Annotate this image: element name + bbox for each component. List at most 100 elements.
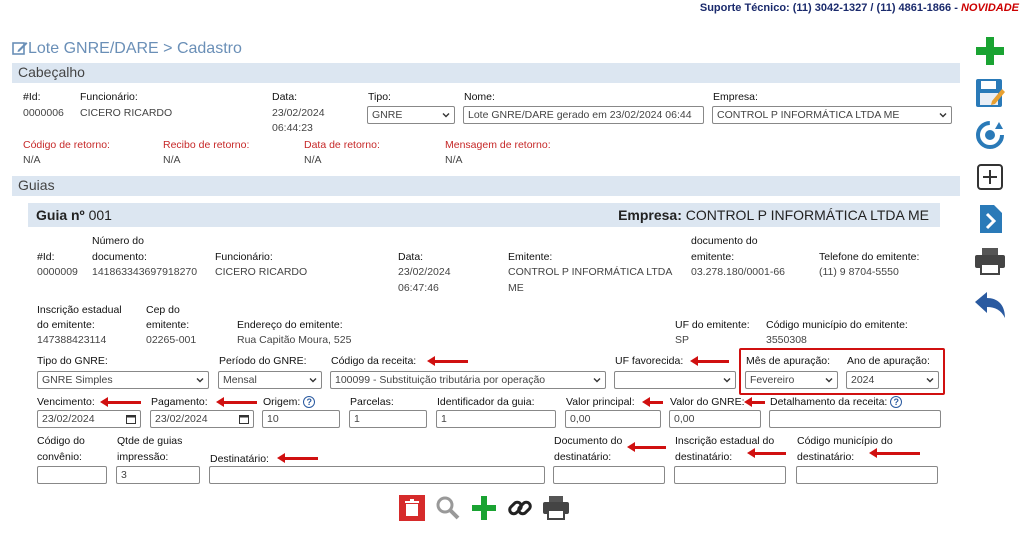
origem-input[interactable]: 10 — [262, 410, 340, 428]
mensagem-retorno-label: Mensagem de retorno: — [445, 139, 551, 151]
support-header: Suporte Técnico: (11) 3042-1327 / (11) 4… — [700, 2, 1019, 14]
guia-id-value: 0000009 — [37, 266, 78, 278]
print-icon — [975, 248, 1005, 275]
export-button[interactable] — [972, 202, 1008, 236]
pagamento-label: Pagamento: — [151, 396, 208, 408]
valor-gnre-label: Valor do GNRE: — [670, 396, 745, 408]
save-button[interactable] — [972, 76, 1008, 110]
ano-apuracao-select[interactable]: 2024 — [846, 371, 939, 389]
guia-data-label: Data: — [398, 251, 424, 263]
tipo-select[interactable]: GNRE — [367, 106, 455, 124]
arrow-annotation — [100, 397, 141, 407]
numdoc-label-2: documento: — [92, 251, 147, 263]
help-icon[interactable]: ? — [303, 396, 316, 408]
telefone-value: (11) 9 8704-5550 — [819, 266, 899, 278]
convenio-label-1: Código do — [37, 435, 85, 447]
back-button[interactable] — [972, 288, 1008, 322]
guia-id-label: #Id: — [37, 251, 55, 263]
novidades-link[interactable]: NOVIDADE — [961, 2, 1019, 14]
print-button[interactable] — [972, 244, 1008, 278]
tipo-gnre-label: Tipo do GNRE: — [37, 355, 108, 367]
help-icon[interactable]: ? — [890, 396, 903, 408]
cabecalho-section: Cabeçalho — [12, 63, 960, 83]
periodo-label: Período do GNRE: — [219, 355, 307, 367]
chevron-down-icon — [939, 113, 947, 118]
lote-func-value: CICERO RICARDO — [80, 107, 173, 119]
codmundest-input[interactable] — [796, 466, 938, 484]
tipo-gnre-select[interactable]: GNRE Simples — [37, 371, 209, 389]
search-button[interactable] — [433, 494, 463, 522]
arrow-annotation — [277, 453, 318, 463]
add-icon — [472, 496, 496, 520]
codmun-emit-label: Código município do emitente: — [766, 319, 908, 331]
valor-principal-label: Valor principal: — [566, 396, 635, 408]
print-guia-button[interactable] — [541, 494, 571, 522]
destinatario-label: Destinatário: — [210, 453, 269, 465]
refresh-button[interactable] — [972, 118, 1008, 152]
destinatario-input[interactable] — [209, 466, 545, 484]
uf-favorecida-select[interactable] — [614, 371, 736, 389]
new-window-button[interactable] — [972, 160, 1008, 194]
delete-icon — [399, 495, 425, 521]
add-guia-button[interactable] — [469, 494, 499, 522]
ie-emit-label-2: do emitente: — [37, 319, 95, 331]
guia-label: Guia nº — [36, 207, 85, 223]
empresa-select[interactable]: CONTROL P INFORMÁTICA LTDA ME — [712, 106, 952, 124]
periodo-select[interactable]: Mensal — [218, 371, 322, 389]
delete-button[interactable] — [397, 494, 427, 522]
docdest-input[interactable] — [553, 466, 665, 484]
back-icon — [975, 292, 1005, 318]
iedest-input[interactable] — [674, 466, 786, 484]
receita-select[interactable]: 100099 - Substituição tributária por ope… — [330, 371, 606, 389]
valor-principal-input[interactable]: 0,00 — [565, 410, 661, 428]
link-button[interactable] — [505, 494, 535, 522]
chevron-down-icon — [309, 378, 317, 383]
detalhamento-label: Detalhamento da receita: ? — [770, 395, 903, 410]
ano-apuracao-label: Ano de apuração: — [847, 355, 930, 367]
chevron-down-icon — [723, 378, 731, 383]
refresh-icon — [976, 121, 1004, 149]
codigo-retorno-label: Código de retorno: — [23, 139, 110, 151]
convenio-input[interactable] — [37, 466, 107, 484]
docemit-label-2: emitente: — [691, 251, 735, 263]
detalhamento-input[interactable] — [769, 410, 941, 428]
mes-apuracao-label: Mês de apuração: — [746, 355, 831, 367]
mes-apuracao-select[interactable]: Fevereiro — [745, 371, 838, 389]
origem-label: Origem: ? — [263, 395, 316, 410]
guia-number: 001 — [88, 207, 112, 223]
link-icon — [508, 500, 532, 516]
numdoc-value: 141863343697918270 — [92, 266, 198, 278]
search-icon — [436, 496, 460, 520]
parcelas-label: Parcelas: — [350, 396, 394, 408]
guias-section: Guias — [12, 176, 960, 196]
ie-emit-value: 147388423114 — [37, 334, 107, 346]
add-icon — [976, 37, 1004, 65]
numdoc-label-1: Número do — [92, 235, 144, 247]
print-icon — [543, 496, 569, 520]
emitente-value-1: CONTROL P INFORMÁTICA LTDA — [508, 266, 673, 278]
parcelas-input[interactable]: 1 — [349, 410, 427, 428]
support-phones: Suporte Técnico: (11) 3042-1327 / (11) 4… — [699, 2, 961, 14]
lote-hora-value: 06:44:23 — [272, 122, 313, 134]
iedest-label-1: Inscrição estadual do — [675, 435, 775, 447]
docdest-label-2: destinatário: — [554, 451, 612, 463]
uf-emit-label: UF do emitente: — [675, 319, 750, 331]
add-button[interactable] — [972, 34, 1008, 68]
qtde-label-1: Qtde de guias — [117, 435, 183, 447]
new-window-icon — [977, 164, 1003, 190]
uf-emit-value: SP — [675, 334, 690, 346]
identificador-input[interactable]: 1 — [436, 410, 556, 428]
nome-input[interactable]: Lote GNRE/DARE gerado em 23/02/2024 06:4… — [463, 106, 704, 124]
codigo-retorno-value: N/A — [23, 154, 41, 166]
arrow-annotation — [747, 448, 786, 458]
vencimento-input[interactable]: 23/02/2024 — [37, 410, 141, 428]
chevron-down-icon — [825, 378, 833, 383]
chevron-down-icon — [926, 378, 934, 383]
qtde-label-2: impressão: — [117, 451, 169, 463]
cep-label-2: emitente: — [146, 319, 190, 331]
valor-gnre-input[interactable]: 0,00 — [669, 410, 761, 428]
qtde-input[interactable]: 3 — [116, 466, 200, 484]
lote-data-label: Data: — [272, 91, 298, 103]
chevron-down-icon — [442, 113, 450, 118]
pagamento-input[interactable]: 23/02/2024 — [150, 410, 254, 428]
